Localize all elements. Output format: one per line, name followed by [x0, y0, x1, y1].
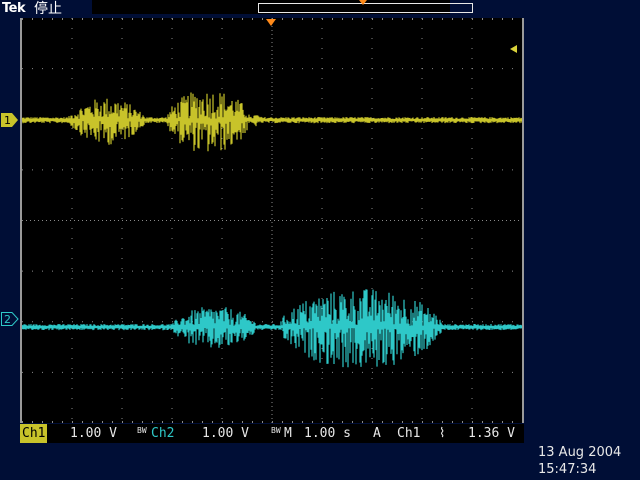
- ch1-ground-marker[interactable]: 1: [1, 112, 19, 127]
- trigger-position-marker-icon[interactable]: [266, 19, 276, 26]
- timebase-scale: 1.00 s: [304, 426, 351, 441]
- waveform-plot: [22, 18, 522, 423]
- ch2-waveform: [22, 289, 522, 368]
- waveform-display: [20, 18, 524, 423]
- ch1-marker-label: 1: [4, 114, 11, 127]
- ch2-label[interactable]: Ch2: [151, 424, 174, 443]
- ch2-scale: 1.00 V: [202, 426, 249, 441]
- time-readout: 15:47:34: [538, 462, 597, 477]
- timebase-label: M: [284, 426, 292, 441]
- trigger-level-marker-icon[interactable]: [510, 45, 517, 53]
- top-status-bar: Tek 停止: [0, 0, 640, 18]
- readout-bar: Ch1 1.00 V BW Ch2 1.00 V BW M 1.00 s A C…: [20, 424, 524, 443]
- falling-edge-icon: ⌇: [439, 426, 446, 441]
- trigger-level: 1.36 V: [468, 426, 515, 441]
- acquisition-status: 停止: [34, 1, 62, 17]
- trigger-source: Ch1: [397, 426, 421, 441]
- ch2-marker-label: 2: [4, 313, 11, 326]
- ch1-scale: 1.00 V: [70, 426, 117, 441]
- overview-trigger-marker-icon: [359, 0, 367, 5]
- record-overview-bar: [92, 0, 473, 14]
- tek-logo: Tek: [2, 1, 26, 16]
- trigger-mode: A: [373, 426, 381, 441]
- ch2-ground-marker[interactable]: 2: [1, 311, 19, 326]
- ch2-bandwidth-icon: BW: [137, 426, 147, 435]
- ch1-label[interactable]: Ch1: [20, 424, 48, 443]
- date-readout: 13 Aug 2004: [538, 445, 622, 460]
- timebase-bandwidth-icon: BW: [271, 426, 281, 435]
